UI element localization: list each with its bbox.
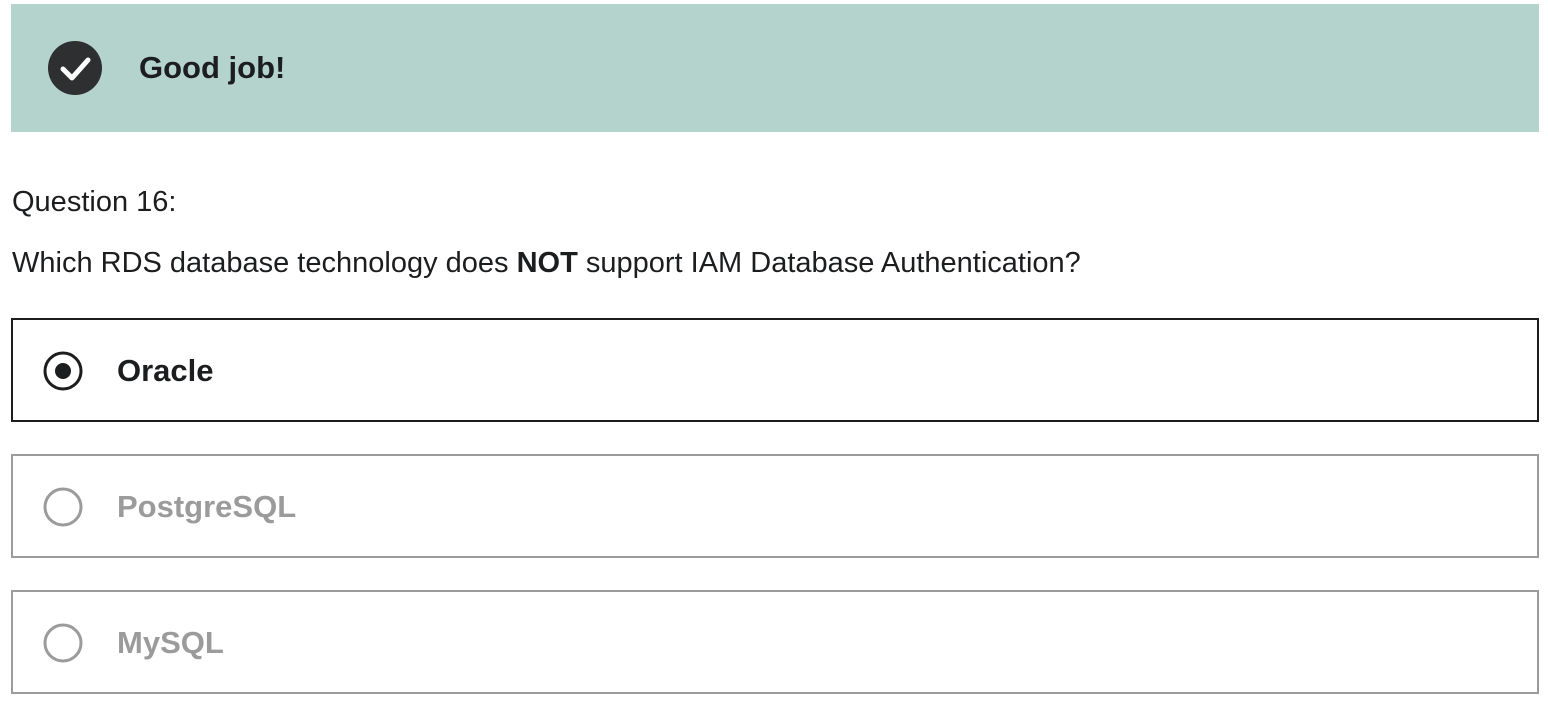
radio-selected-icon[interactable] — [43, 351, 83, 391]
radio-unselected-icon[interactable] — [43, 623, 83, 663]
answer-option-oracle[interactable]: Oracle — [11, 318, 1539, 422]
answer-label: MySQL — [117, 625, 224, 660]
answer-label: PostgreSQL — [117, 489, 297, 524]
question-prompt: Which RDS database technology does NOT s… — [12, 245, 1081, 281]
check-circle-icon — [48, 41, 102, 95]
result-banner: Good job! — [11, 4, 1539, 132]
prompt-text-before: Which RDS database technology does — [12, 247, 517, 279]
radio-unselected-icon[interactable] — [43, 487, 83, 527]
question-number: Question 16: — [12, 186, 177, 218]
prompt-emphasis: NOT — [516, 247, 578, 279]
answer-label: Oracle — [117, 353, 214, 388]
answer-option-mysql[interactable]: MySQL — [11, 590, 1539, 694]
answer-option-postgresql[interactable]: PostgreSQL — [11, 454, 1539, 558]
result-message: Good job! — [139, 50, 286, 85]
prompt-text-after: support IAM Database Authentication? — [577, 247, 1081, 279]
